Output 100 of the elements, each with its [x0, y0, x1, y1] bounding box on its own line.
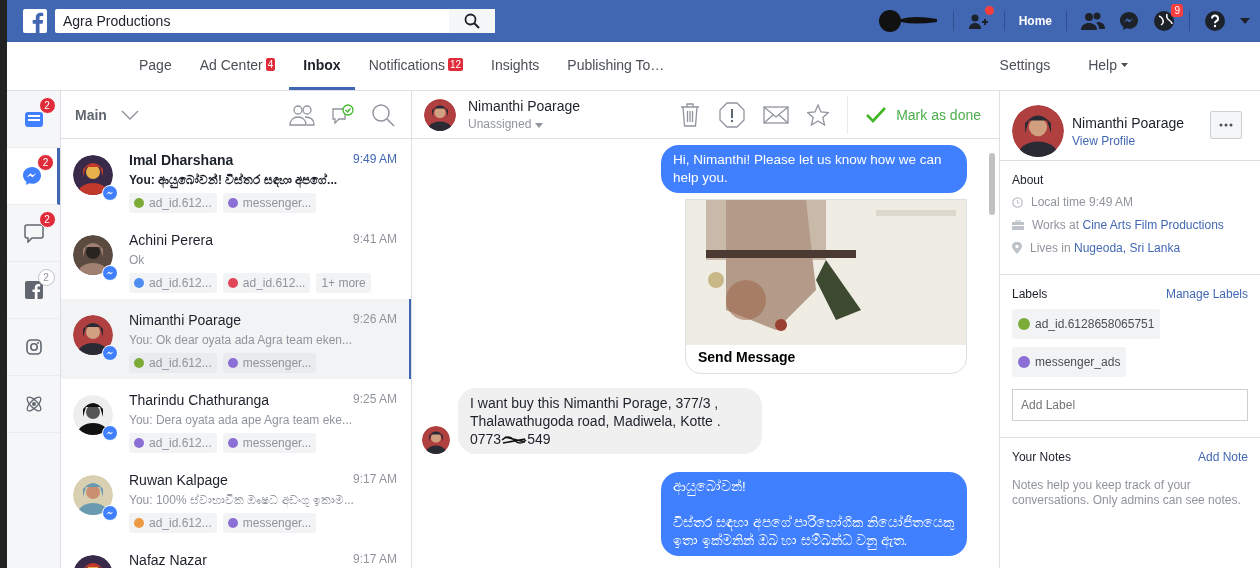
- inbox-tray-icon: [23, 109, 44, 129]
- view-profile-link[interactable]: View Profile: [1072, 134, 1136, 148]
- more-button[interactable]: [1210, 111, 1242, 139]
- message-preview: You: Dera oyata ada ape Agra team eke...: [129, 413, 354, 427]
- sidebar-item[interactable]: 2: [7, 205, 60, 262]
- add-note-link[interactable]: Add Note: [1197, 450, 1248, 464]
- label-text: messenger_ads: [1035, 355, 1121, 369]
- scribble-icon: [501, 434, 528, 447]
- message-time: 9:17 AM: [352, 472, 397, 488]
- folder-dropdown[interactable]: Main: [75, 106, 139, 123]
- contact-name: Nimanthi Poarage: [468, 98, 581, 114]
- work-text: Works at Cine Arts Film Productions: [1032, 218, 1224, 232]
- label-text: 1+ more: [321, 276, 366, 290]
- more-icon: [1219, 123, 1233, 127]
- messenger-badge-icon: [102, 505, 118, 521]
- help-icon[interactable]: [1204, 10, 1226, 32]
- workplace-link[interactable]: Cine Arts Film Productions: [1082, 218, 1224, 232]
- message-preview: You: 100% ස්වාභාවික ඖෂධ අඩංගු ඉකාම...: [129, 493, 355, 507]
- instagram-icon: [25, 339, 42, 355]
- nav-tab[interactable]: Ad Center 4: [185, 42, 290, 90]
- messenger-icon[interactable]: [1119, 11, 1139, 31]
- search-icon[interactable]: [371, 102, 395, 127]
- send-message-button[interactable]: Send Message: [686, 345, 966, 373]
- nav-tab[interactable]: Insights: [477, 42, 554, 90]
- settings-link[interactable]: Settings: [985, 42, 1065, 90]
- section-title: About: [1012, 173, 1045, 187]
- section-title: Labels: [1012, 287, 1048, 301]
- scrollbar[interactable]: [989, 153, 995, 215]
- label-text: ad_id.612...: [149, 276, 212, 290]
- add-label-field[interactable]: Add Label: [1012, 389, 1248, 421]
- message-time: 9:25 AM: [352, 392, 397, 408]
- caret-icon[interactable]: [1240, 18, 1250, 24]
- home-link[interactable]: Home: [1018, 14, 1052, 28]
- check-icon: [866, 106, 887, 123]
- location-pin-icon: [1012, 242, 1022, 254]
- conversation-item[interactable]: Tharindu Chathuranga 9:25 AM You: Dera oyata ada ape Agra team eke... ad_id.612... messenger...: [61, 379, 411, 459]
- section-title: Your Notes: [1012, 450, 1071, 464]
- label-text: messenger...: [242, 196, 312, 210]
- contact-name: Nimanthi Poarage: [129, 312, 242, 328]
- location-link[interactable]: Nugeoda, Sri Lanka: [1074, 241, 1181, 255]
- contact-name: Ruwan Kalpage: [129, 472, 228, 488]
- notes-help-text: Notes help you keep track of your conversations. Only admins can see notes.: [1012, 478, 1242, 508]
- messenger-badge-icon: [102, 185, 118, 201]
- label-text: ad_id.612...: [242, 276, 306, 290]
- clock-icon: [1012, 196, 1023, 208]
- sent-message: Hi, Nimanthi! Please let us know how we can help you.: [661, 145, 967, 193]
- caret-icon: [534, 123, 543, 128]
- location-text: Lives in Nugeoda, Sri Lanka: [1030, 241, 1181, 255]
- search-field[interactable]: Agra Productions: [55, 9, 449, 33]
- count-badge: 2: [37, 269, 55, 286]
- nav-tab[interactable]: Inbox: [289, 42, 355, 90]
- label-text: ad_id.612...: [149, 196, 212, 210]
- messenger-badge-icon: [102, 345, 118, 361]
- contact-name: Imal Dharshana: [129, 152, 234, 168]
- messenger-icon: [22, 166, 42, 186]
- message-time: 9:17 AM: [352, 552, 397, 568]
- nav-tab[interactable]: Notifications 12: [354, 42, 478, 90]
- message-time: 9:41 AM: [352, 232, 397, 248]
- friends-icon[interactable]: [1081, 11, 1105, 31]
- envelope-icon[interactable]: [763, 105, 790, 124]
- manage-labels-link[interactable]: Manage Labels: [1165, 287, 1248, 301]
- message-time: 9:49 AM: [352, 152, 397, 168]
- people-icon[interactable]: [289, 103, 315, 126]
- conversation-item[interactable]: Ruwan Kalpage 9:17 AM You: 100% ස්වාභාවික ඖෂධ අඩංගු ඉකාම... ad_id.612... messenger...: [61, 459, 411, 539]
- nav-tab[interactable]: Page: [125, 42, 186, 90]
- facebook-icon: [24, 281, 43, 299]
- trash-icon[interactable]: [679, 102, 702, 127]
- messenger-badge-icon: [102, 265, 118, 281]
- message-preview: You: ආයුබෝවන්! විස්තර සඳහා අපගේ...: [129, 173, 339, 187]
- help-menu[interactable]: Help: [1074, 42, 1142, 90]
- contact-name: Nafaz Nazar: [129, 552, 207, 568]
- messenger-badge-icon: [102, 425, 118, 441]
- conversation-item[interactable]: Nafaz Nazar 9:17 AM: [61, 539, 411, 568]
- contact-name: Tharindu Chathuranga: [129, 392, 270, 408]
- comment-check-icon[interactable]: [331, 103, 355, 126]
- globe-icon[interactable]: [1153, 10, 1175, 32]
- label-text: messenger...: [242, 516, 312, 530]
- star-icon[interactable]: [807, 103, 830, 126]
- search-button[interactable]: [449, 9, 495, 33]
- message-preview: Ok: [129, 253, 146, 267]
- contact-name: Nimanthi Poarage: [1072, 115, 1186, 131]
- conversation-item[interactable]: Imal Dharshana 9:49 AM You: ආයුබෝවන්! විස්තර සඳහා අපගේ... ad_id.612... messenger...: [61, 139, 411, 219]
- conversation-item[interactable]: Nimanthi Poarage 9:26 AM You: Ok dear oyata ada Agra team eken... ad_id.612... messenger...: [61, 299, 411, 379]
- received-message: I want buy this Nimanthi Porage, 377/3 , Thalawathugoda road, Madiwela, Kotte . 0773 549: [458, 388, 762, 454]
- label-text: ad_id.612...: [149, 516, 212, 530]
- comment-icon: [23, 223, 44, 243]
- sidebar-item[interactable]: 2: [7, 148, 60, 205]
- alert-icon[interactable]: [719, 101, 746, 128]
- conversation-item[interactable]: Achini Perera 9:41 AM Ok ad_id.612... ad_id.612... 1+ more: [61, 219, 411, 299]
- label-text: ad_id.612...: [149, 436, 212, 450]
- profile-avatar[interactable]: [878, 10, 939, 32]
- nav-tab[interactable]: Publishing To…: [553, 42, 679, 90]
- message-time: 9:26 AM: [352, 312, 397, 328]
- label-text: ad_id.6128658065751: [1035, 317, 1155, 331]
- caret-icon: [1121, 62, 1128, 67]
- count-badge: 2: [37, 154, 54, 171]
- notification-badge: 9: [1171, 4, 1183, 17]
- sidebar-item[interactable]: 2: [7, 91, 60, 148]
- label-text: messenger...: [242, 356, 312, 370]
- facebook-logo[interactable]: [23, 9, 47, 33]
